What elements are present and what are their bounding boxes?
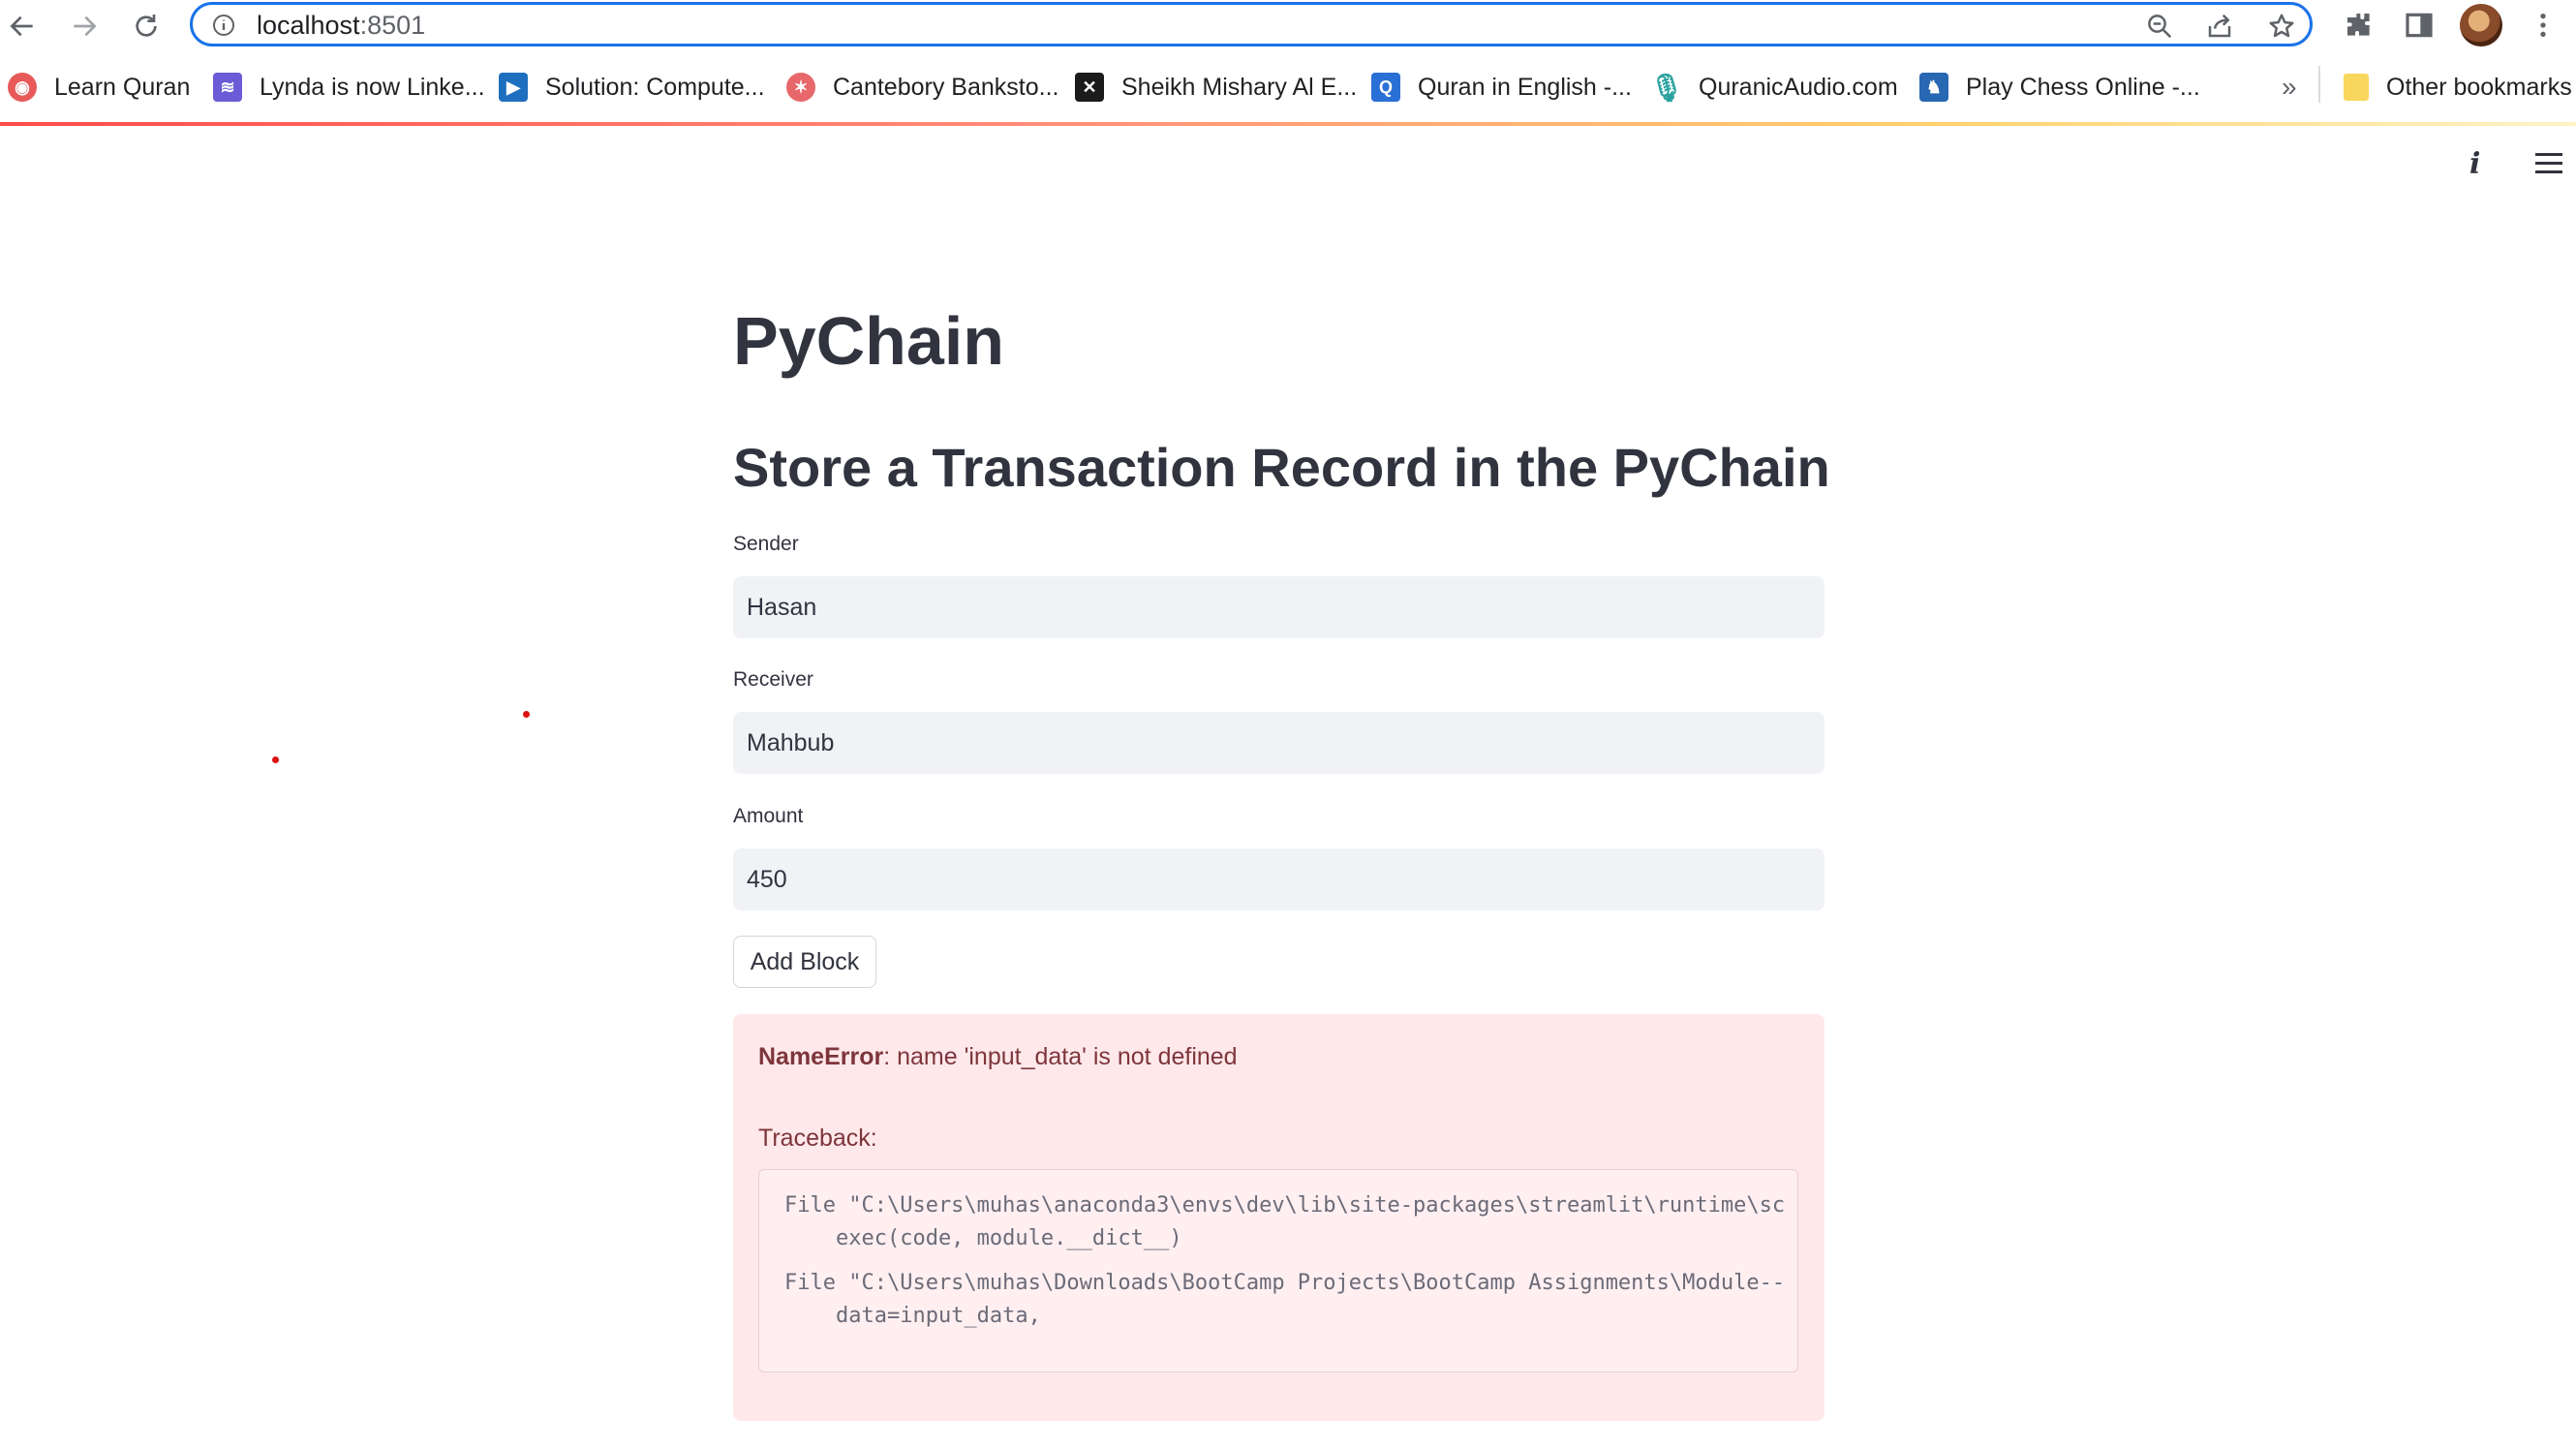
bookmarks-bar: ◉ Learn Quran ≋ Lynda is now Linke... ▶ … bbox=[0, 60, 2576, 112]
more-vertical-icon[interactable] bbox=[2528, 10, 2559, 41]
reload-button[interactable] bbox=[126, 6, 167, 46]
amount-label: Amount bbox=[733, 805, 804, 827]
info-icon[interactable]: i bbox=[2469, 147, 2480, 181]
bookmarks-overflow-button[interactable]: » bbox=[2282, 72, 2297, 103]
quran-favicon-icon: ◉ bbox=[8, 73, 37, 102]
other-bookmarks-label: Other bookmarks bbox=[2386, 73, 2572, 101]
url-host: localhost bbox=[257, 11, 360, 40]
star-icon[interactable] bbox=[2267, 12, 2296, 41]
traceback-line: File "C:\Users\muhas\anaconda3\envs\dev\… bbox=[784, 1193, 1786, 1218]
page-subtitle: Store a Transaction Record in the PyChai… bbox=[733, 437, 1830, 498]
forward-button[interactable] bbox=[64, 6, 105, 46]
other-bookmarks-folder[interactable]: Other bookmarks bbox=[2344, 72, 2572, 103]
mishary-favicon-icon: ✕ bbox=[1075, 73, 1104, 102]
amount-input[interactable]: 450 bbox=[733, 848, 1825, 910]
folder-icon bbox=[2344, 74, 2369, 101]
arrow-right-icon bbox=[74, 15, 97, 37]
traceback-line: File "C:\Users\muhas\Downloads\BootCamp … bbox=[784, 1271, 1786, 1295]
receiver-label: Receiver bbox=[733, 668, 813, 691]
red-dot-marker bbox=[272, 756, 279, 763]
page-title: PyChain bbox=[733, 303, 1005, 379]
zoom-icon[interactable] bbox=[2145, 12, 2174, 41]
bookmark-play-chess[interactable]: ♞ Play Chess Online -... bbox=[1919, 72, 2200, 103]
traceback-line: exec(code, module.__dict__) bbox=[784, 1226, 1182, 1250]
site-info-icon[interactable] bbox=[212, 14, 235, 37]
arrow-left-icon bbox=[10, 15, 33, 37]
bookmark-quran-english[interactable]: Q Quran in English -... bbox=[1371, 72, 1632, 103]
bookmark-label: Quran in English -... bbox=[1418, 73, 1632, 101]
receiver-input[interactable]: Mahbub bbox=[733, 712, 1825, 774]
address-bar[interactable]: localhost:8501 bbox=[190, 2, 2313, 46]
error-text: : name 'input_data' is not defined bbox=[883, 1043, 1238, 1070]
traceback-label: Traceback: bbox=[758, 1125, 877, 1152]
bookmark-label: Play Chess Online -... bbox=[1966, 73, 2200, 101]
error-alert: NameError: name 'input_data' is not defi… bbox=[733, 1014, 1825, 1421]
share-icon[interactable] bbox=[2205, 12, 2234, 41]
bookmark-sheikh-mishary[interactable]: ✕ Sheikh Mishary Al E... bbox=[1075, 72, 1357, 103]
chevron-double-right-icon: » bbox=[2282, 72, 2297, 102]
hamburger-menu-icon[interactable] bbox=[2535, 153, 2562, 174]
bookmark-cantebory[interactable]: ✶ Cantebory Banksto... bbox=[786, 72, 1058, 103]
profile-avatar[interactable] bbox=[2460, 4, 2502, 46]
reload-icon bbox=[136, 15, 157, 37]
red-dot-marker bbox=[523, 711, 530, 718]
video-favicon-icon: ▶ bbox=[499, 73, 528, 102]
traceback-code-block[interactable]: File "C:\Users\muhas\anaconda3\envs\dev\… bbox=[758, 1169, 1798, 1372]
bookmark-label: Lynda is now Linke... bbox=[260, 73, 485, 101]
sender-input[interactable]: Hasan bbox=[733, 576, 1825, 638]
quran-english-favicon-icon: Q bbox=[1371, 73, 1400, 102]
streamlit-decoration-bar bbox=[0, 122, 2576, 126]
extensions-icon[interactable] bbox=[2344, 10, 2375, 41]
cantebory-favicon-icon: ✶ bbox=[786, 73, 815, 102]
bookmark-label: QuranicAudio.com bbox=[1699, 73, 1898, 101]
bookmark-label: Sheikh Mishary Al E... bbox=[1121, 73, 1358, 101]
url-port: :8501 bbox=[359, 11, 426, 40]
bookmark-learn-quran[interactable]: ◉ Learn Quran bbox=[8, 72, 190, 103]
lynda-favicon-icon: ≋ bbox=[213, 73, 242, 102]
browser-toolbar: localhost:8501 bbox=[0, 0, 2576, 52]
bookmark-solution[interactable]: ▶ Solution: Compute... bbox=[499, 72, 765, 103]
url-text[interactable]: localhost:8501 bbox=[257, 11, 425, 40]
add-block-button[interactable]: Add Block bbox=[733, 936, 876, 988]
bookmark-label: Solution: Compute... bbox=[545, 73, 765, 101]
microphone-icon: 🎙 bbox=[1649, 72, 1684, 103]
error-message: NameError: name 'input_data' is not defi… bbox=[758, 1043, 1238, 1071]
bookmark-label: Cantebory Banksto... bbox=[833, 73, 1059, 101]
sender-label: Sender bbox=[733, 533, 799, 555]
bookmark-label: Learn Quran bbox=[54, 73, 191, 101]
chess-favicon-icon: ♞ bbox=[1919, 73, 1948, 102]
error-type: NameError bbox=[758, 1043, 884, 1070]
bookmark-quranic-audio[interactable]: 🎙 QuranicAudio.com bbox=[1649, 72, 1898, 103]
traceback-line: data=input_data, bbox=[784, 1304, 1041, 1328]
bookmark-lynda[interactable]: ≋ Lynda is now Linke... bbox=[213, 72, 485, 103]
bookmarks-divider bbox=[2318, 66, 2320, 103]
side-panel-icon[interactable] bbox=[2404, 10, 2435, 41]
back-button[interactable] bbox=[2, 6, 43, 46]
